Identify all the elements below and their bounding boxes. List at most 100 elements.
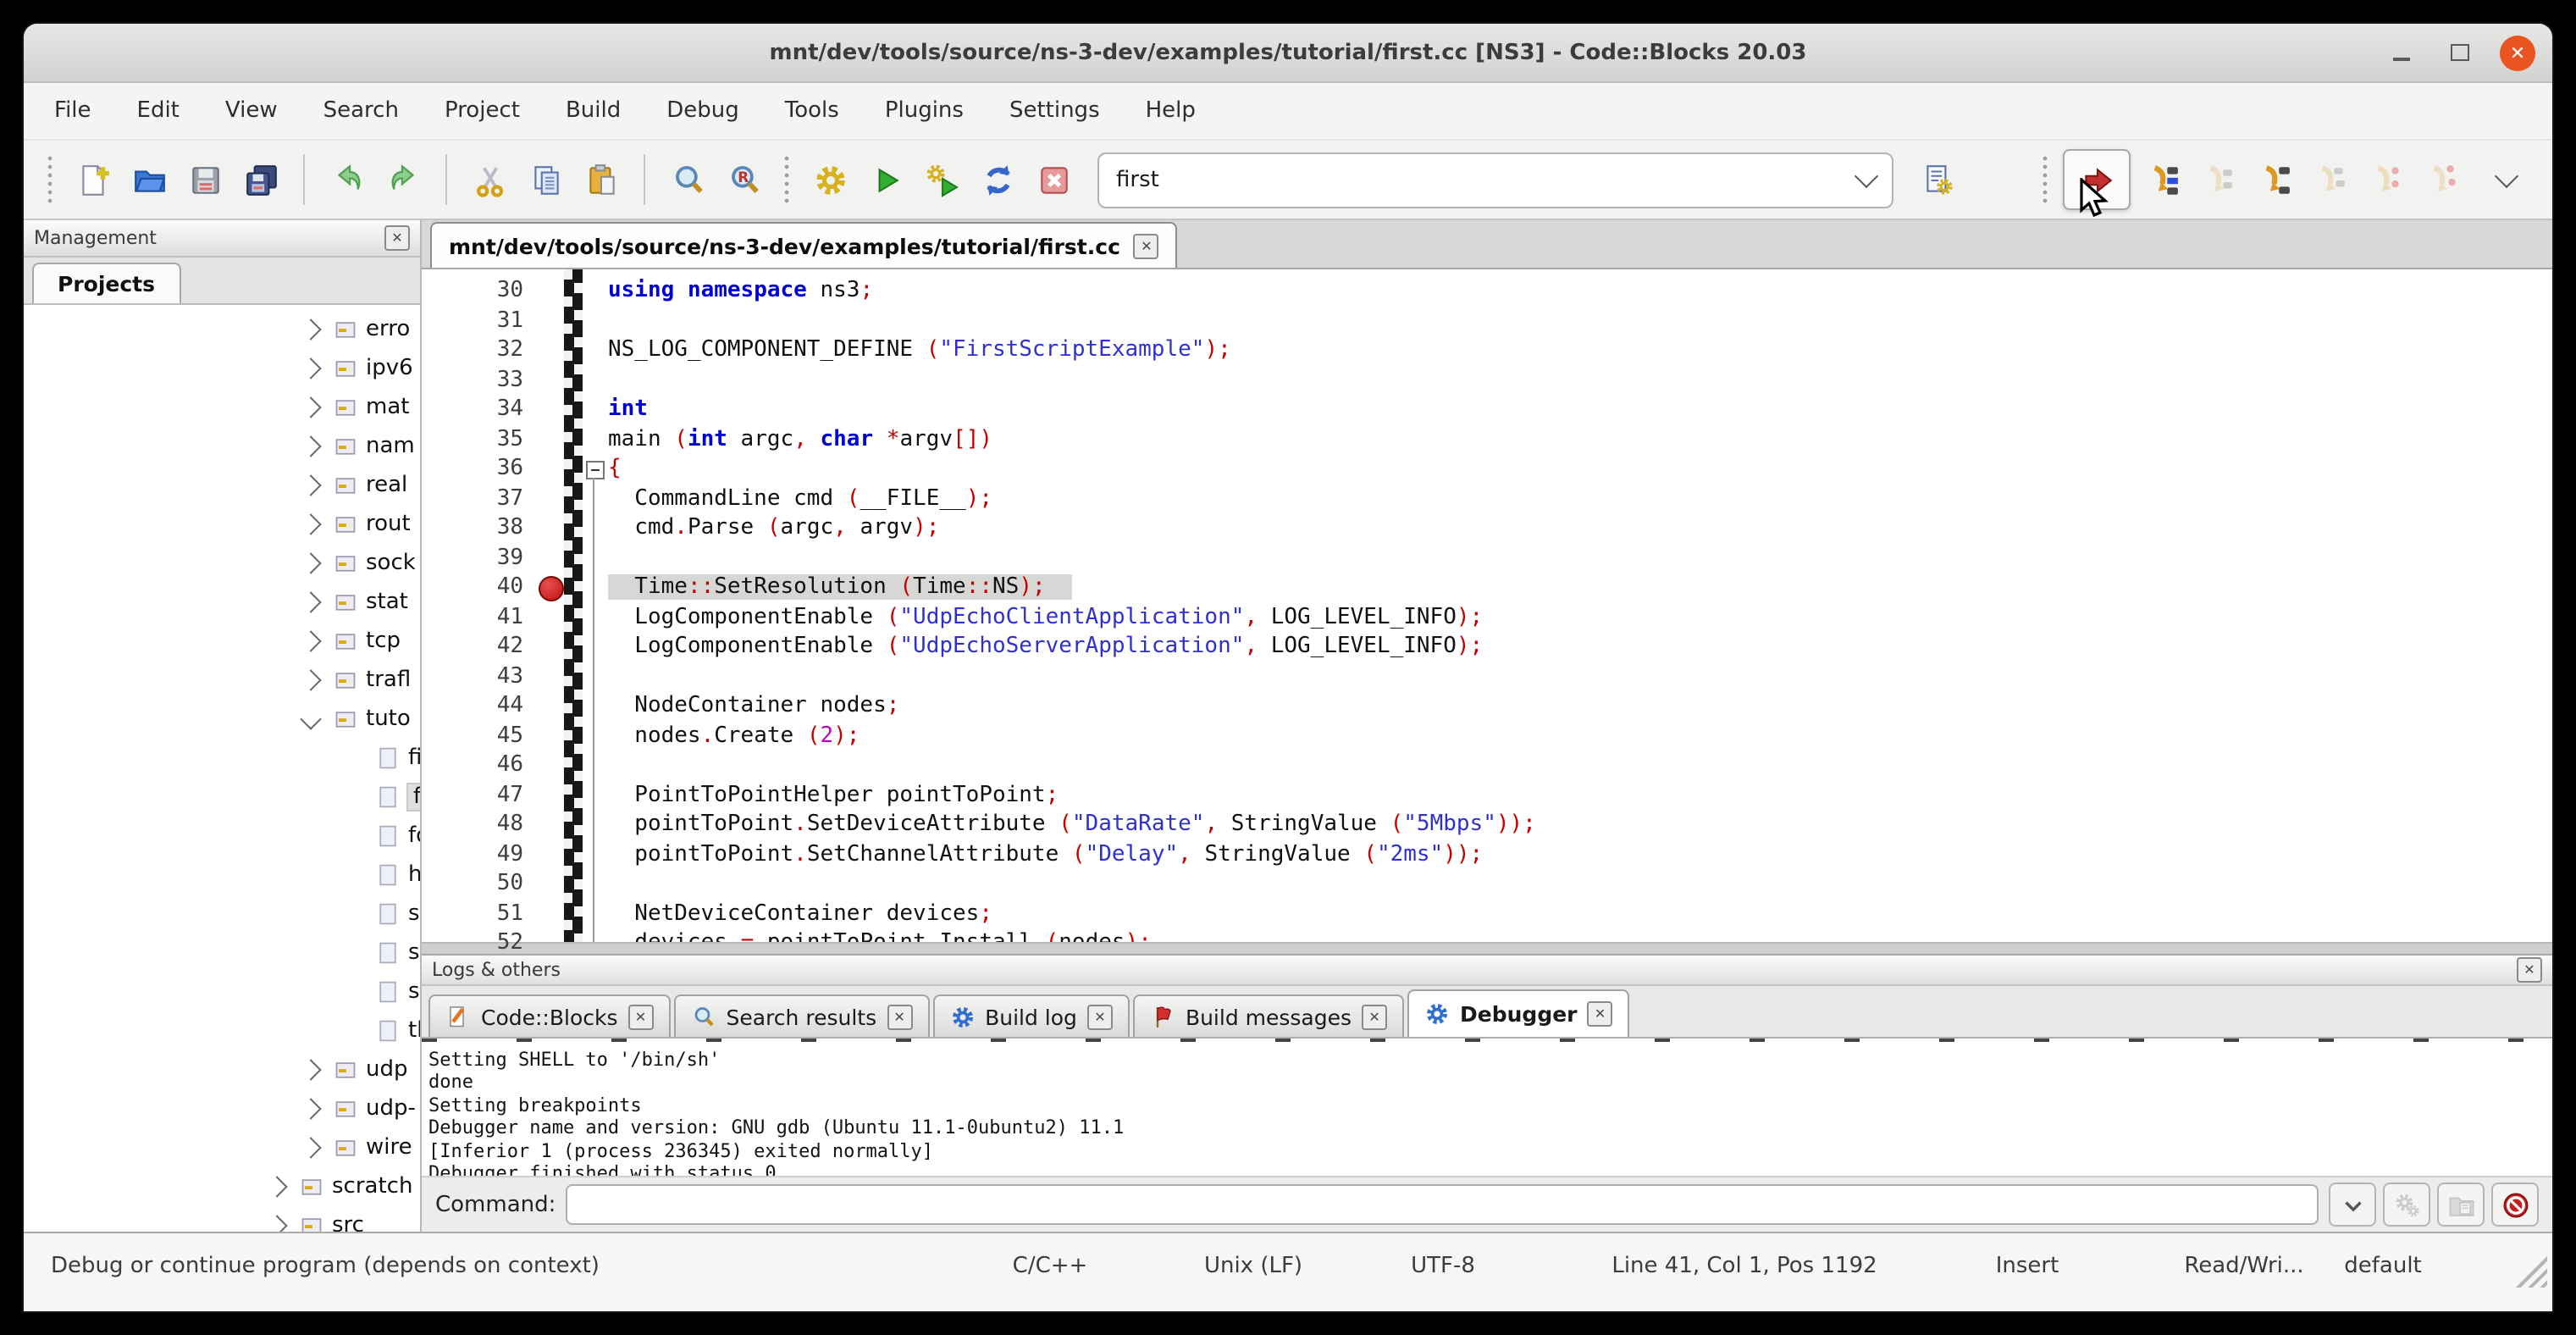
chevron-right-icon[interactable] (300, 357, 321, 379)
breakpoint-margin[interactable] (537, 269, 564, 942)
tree-item-udp[interactable]: udp (24, 1050, 420, 1089)
menu-build[interactable]: Build (566, 98, 621, 124)
step-into-instruction-button[interactable] (2415, 151, 2466, 208)
editor-horizontal-scrollbar[interactable] (422, 942, 2552, 954)
chevron-down-button[interactable] (2329, 1183, 2376, 1227)
chevron-right-icon[interactable] (300, 630, 321, 651)
tree-item-six[interactable]: six (24, 972, 420, 1011)
build-target-button[interactable] (1912, 151, 1963, 208)
chevron-right-icon[interactable] (300, 1098, 321, 1119)
project-tree[interactable]: erroipv6matnamrealroutsockstattcptrafltu… (24, 305, 420, 1232)
tree-item-stat[interactable]: stat (24, 583, 420, 622)
logs-tab-close-button[interactable]: ✕ (1588, 1001, 1613, 1027)
menu-plugins[interactable]: Plugins (885, 98, 964, 124)
tree-item-se[interactable]: se (24, 895, 420, 933)
toolbar-grip[interactable] (46, 154, 54, 205)
tree-item-fir[interactable]: fir (24, 778, 420, 817)
menu-help[interactable]: Help (1146, 98, 1196, 124)
menu-edit[interactable]: Edit (137, 98, 180, 124)
copy-button[interactable] (520, 151, 571, 208)
close-button[interactable]: ✕ (2500, 35, 2535, 70)
chevron-right-icon[interactable] (300, 319, 321, 340)
logs-close-button[interactable]: ✕ (2517, 957, 2542, 983)
toolbar-overflow-button[interactable] (2481, 151, 2532, 208)
menu-search[interactable]: Search (323, 98, 399, 124)
next-line-button[interactable] (2192, 151, 2242, 208)
tree-item-tcp[interactable]: tcp (24, 622, 420, 661)
chevron-right-icon[interactable] (300, 474, 321, 496)
fold-marker-icon[interactable] (586, 461, 605, 479)
chevron-right-icon[interactable] (266, 1176, 287, 1197)
title-bar[interactable]: mnt/dev/tools/source/ns-3-dev/examples/t… (24, 24, 2552, 83)
minimize-button[interactable] (2385, 36, 2418, 69)
cut-button[interactable] (464, 151, 515, 208)
tab-projects[interactable]: Projects (32, 263, 180, 303)
run-button[interactable] (860, 151, 911, 208)
logs-tab-debugger[interactable]: Debugger✕ (1407, 989, 1630, 1037)
chevron-right-icon[interactable] (300, 669, 321, 690)
chevron-right-icon[interactable] (300, 591, 321, 612)
step-into-button[interactable] (2247, 151, 2298, 208)
find-button[interactable] (662, 151, 713, 208)
menu-debug[interactable]: Debug (666, 98, 739, 124)
tree-item-wire[interactable]: wire (24, 1128, 420, 1167)
logs-tab-close-button[interactable]: ✕ (887, 1004, 912, 1029)
build-and-run-button[interactable] (916, 151, 967, 208)
save-all-button[interactable] (235, 151, 286, 208)
chevron-right-icon[interactable] (300, 513, 321, 535)
tree-item-th[interactable]: th (24, 1011, 420, 1050)
menu-file[interactable]: File (54, 98, 91, 124)
tree-item-trafl[interactable]: trafl (24, 661, 420, 700)
tree-item-rout[interactable]: rout (24, 505, 420, 544)
chevron-right-icon[interactable] (300, 435, 321, 457)
chevron-right-icon[interactable] (300, 1059, 321, 1080)
rebuild-button[interactable] (972, 151, 1023, 208)
logs-tab-close-button[interactable]: ✕ (1087, 1004, 1113, 1029)
tree-item-se[interactable]: se (24, 933, 420, 972)
logs-tab-close-button[interactable]: ✕ (1362, 1004, 1387, 1029)
stop-button[interactable] (2491, 1183, 2539, 1227)
tree-item-src[interactable]: src (24, 1206, 420, 1232)
editor-tab-first-cc[interactable]: mnt/dev/tools/source/ns-3-dev/examples/t… (430, 222, 1178, 268)
menu-project[interactable]: Project (445, 98, 520, 124)
run-to-cursor-button[interactable] (2136, 151, 2186, 208)
menu-settings[interactable]: Settings (1009, 98, 1100, 124)
logs-tab-search-results[interactable]: Search results✕ (674, 994, 930, 1037)
logs-tab-code-blocks[interactable]: Code::Blocks✕ (428, 994, 671, 1037)
tree-item-nam[interactable]: nam (24, 427, 420, 466)
tree-item-tuto[interactable]: tuto (24, 700, 420, 739)
chevron-right-icon[interactable] (300, 1137, 321, 1158)
tree-item-sock[interactable]: sock (24, 544, 420, 583)
code-editor[interactable]: 3031323334353637383940414243444546474849… (422, 269, 2552, 942)
chevron-down-icon[interactable] (300, 708, 321, 729)
toolbar-grip[interactable] (782, 154, 791, 205)
abort-build-button[interactable] (1028, 151, 1079, 208)
tree-item-mat[interactable]: mat (24, 388, 420, 427)
tree-item-udp-[interactable]: udp- (24, 1089, 420, 1128)
redo-button[interactable] (378, 151, 428, 208)
menu-tools[interactable]: Tools (785, 98, 839, 124)
editor-tab-close-button[interactable]: ✕ (1134, 233, 1159, 258)
replace-button[interactable]: R (718, 151, 769, 208)
logs-tab-build-messages[interactable]: Build messages✕ (1133, 994, 1404, 1037)
command-input[interactable] (566, 1184, 2319, 1225)
undo-button[interactable] (322, 151, 373, 208)
open-file-button[interactable] (124, 151, 174, 208)
fold-margin[interactable] (583, 269, 605, 942)
resize-grip[interactable] (2510, 1250, 2547, 1288)
tree-item-erro[interactable]: erro (24, 310, 420, 349)
tree-item-fo[interactable]: fo (24, 817, 420, 856)
new-file-button[interactable] (68, 151, 119, 208)
chevron-right-icon[interactable] (266, 1215, 287, 1232)
breakpoint-icon[interactable] (539, 576, 564, 601)
tree-item-he[interactable]: he (24, 856, 420, 895)
tree-item-scratch[interactable]: scratch (24, 1167, 420, 1206)
chevron-right-icon[interactable] (300, 396, 321, 418)
build-button[interactable] (804, 151, 855, 208)
menu-view[interactable]: View (225, 98, 278, 124)
logs-tab-build-log[interactable]: Build log✕ (932, 994, 1130, 1037)
chevron-right-icon[interactable] (300, 552, 321, 573)
tree-item-real[interactable]: real (24, 466, 420, 505)
management-close-button[interactable]: ✕ (384, 225, 410, 251)
logs-tab-close-button[interactable]: ✕ (628, 1004, 654, 1029)
